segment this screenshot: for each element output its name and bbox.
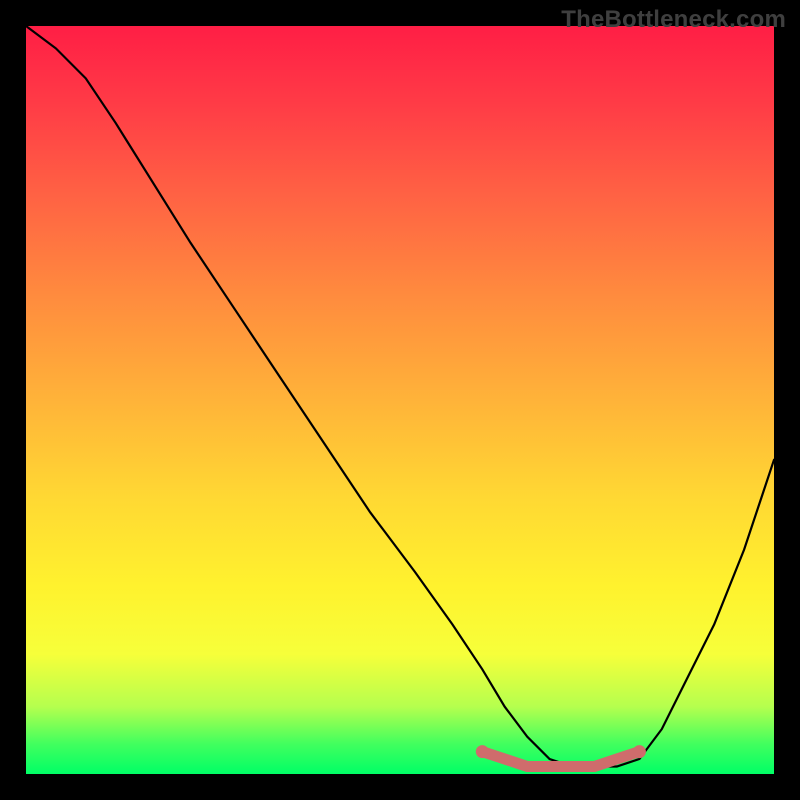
chart-container: TheBottleneck.com (0, 0, 800, 800)
heat-gradient-background (26, 26, 774, 774)
plot-area (26, 26, 774, 774)
